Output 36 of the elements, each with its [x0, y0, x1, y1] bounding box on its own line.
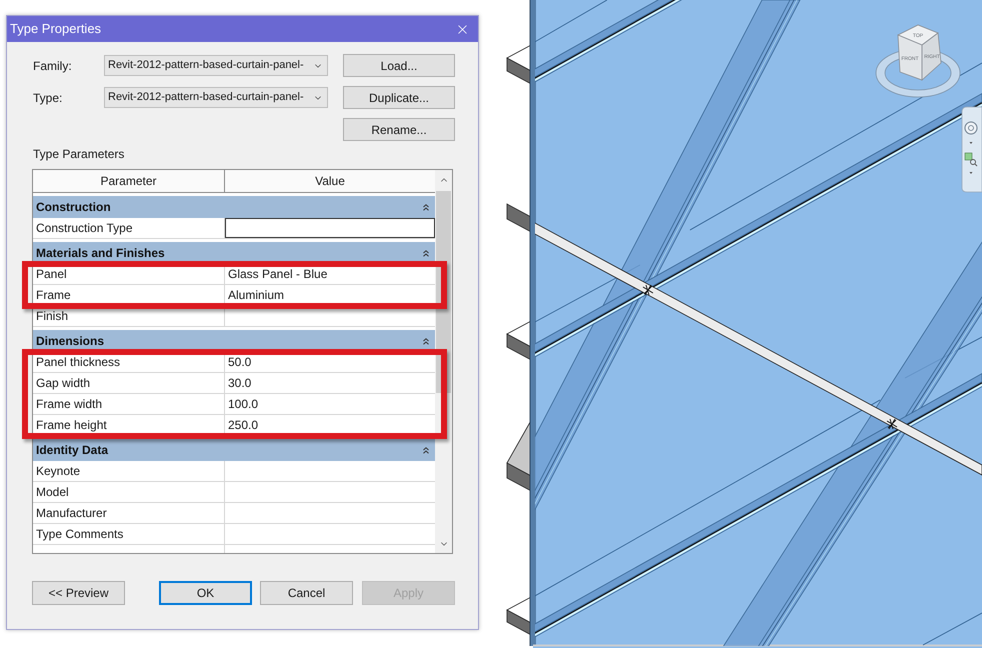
value-input-field[interactable] [225, 218, 435, 238]
parameter-name-cell: Gap width [33, 373, 225, 394]
column-header[interactable]: Parameter [33, 170, 225, 194]
group-header[interactable]: Identity Data [33, 439, 435, 462]
group-title: Construction [36, 199, 111, 216]
navigation-bar[interactable] [962, 106, 982, 192]
dialog-button[interactable]: Cancel [260, 581, 353, 605]
parameter-name-cell: Type Comments [33, 524, 225, 546]
side-button[interactable]: Load... [343, 54, 455, 77]
dialog-button[interactable]: OK [159, 581, 252, 605]
group-title: Dimensions [36, 333, 104, 350]
caret-icon[interactable] [970, 142, 972, 144]
dropdown-field[interactable]: Revit-2012-pattern-based-curtain-panel- [104, 55, 328, 76]
collapse-icon[interactable] [423, 204, 429, 211]
field-label: Family: [33, 58, 72, 74]
parameter-name-cell: Manufacturer [33, 503, 225, 524]
dialog-button[interactable]: << Preview [32, 581, 125, 605]
dropdown-field[interactable]: Revit-2012-pattern-based-curtain-panel- [104, 87, 328, 108]
group-header[interactable]: Construction [33, 196, 435, 218]
side-button[interactable]: Rename... [343, 118, 455, 141]
window-title: Type Properties [10, 20, 102, 38]
collapse-icon[interactable] [423, 338, 429, 345]
parameter-name-cell: Construction Type [33, 218, 225, 240]
section-label: Type Parameters [32, 147, 124, 162]
zoom-icon[interactable] [964, 152, 978, 166]
field-label: Type: [33, 90, 62, 106]
parameter-name-cell: Frame width [33, 394, 225, 416]
parameter-name-cell: Keynote [33, 461, 225, 482]
column-header[interactable]: Value [225, 170, 435, 194]
group-title: Materials and Finishes [36, 245, 165, 262]
collapse-icon[interactable] [423, 446, 429, 454]
caret-icon[interactable] [970, 172, 972, 174]
parameter-name-cell: Model [33, 482, 225, 504]
side-button[interactable]: Duplicate... [343, 86, 455, 109]
collapse-icon[interactable] [423, 250, 429, 257]
group-title: Identity Data [36, 442, 108, 460]
